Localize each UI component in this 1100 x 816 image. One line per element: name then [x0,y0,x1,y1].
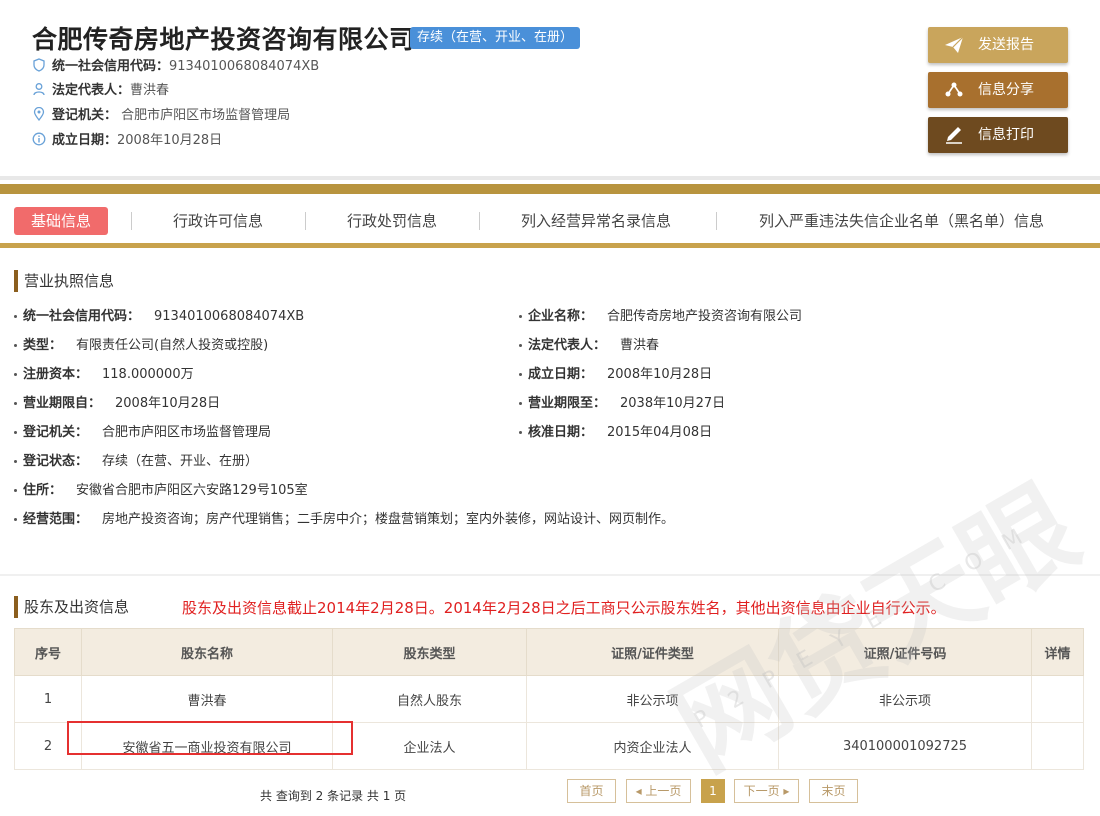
shareholders-section-title: 股东及出资信息 [14,596,129,618]
table-header-row: 序号 股东名称 股东类型 证照/证件类型 证照/证件号码 详情 [14,628,1084,676]
send-report-button[interactable]: 发送报告 [928,27,1068,63]
pager-next-button[interactable]: 下一页 ▸ [734,779,799,803]
header-divider [0,176,1100,180]
highlight-box [67,721,353,755]
tab-admin-penalty[interactable]: 行政处罚信息 [347,207,437,235]
paper-plane-icon [945,36,964,53]
meta-reg-authority: 登记机关： 合肥市庐阳区市场监督管理局 [32,106,290,126]
cell-index: 1 [14,675,82,723]
pager-prev-button[interactable]: ◂ 上一页 [626,779,691,803]
tab-admin-license[interactable]: 行政许可信息 [173,207,263,235]
info-approval-date: 核准日期： 2015年04月08日 [519,424,712,442]
table-row: 1 曹洪春 自然人股东 非公示项 非公示项 [14,675,1084,723]
cell-cert-number: 340100001092725 [778,722,1032,770]
info-address: 住所： 安徽省合肥市庐阳区六安路129号105室 [14,482,308,500]
cell-type: 自然人股东 [332,675,527,723]
license-section-title: 营业执照信息 [14,270,114,292]
tab-separator [716,212,717,230]
pager-last-button[interactable]: 末页 [809,779,858,803]
info-term-from: 营业期限自： 2008年10月28日 [14,395,220,413]
info-reg-capital: 注册资本： 118.000000万 [14,366,194,384]
col-name: 股东名称 [81,628,333,676]
col-cert-type: 证照/证件类型 [526,628,779,676]
tabs-top-border [0,184,1100,194]
cell-cert-type: 内资企业法人 [526,722,779,770]
info-founded: 成立日期： 2008年10月28日 [519,366,712,384]
pager-first-button[interactable]: 首页 [567,779,616,803]
col-type: 股东类型 [332,628,527,676]
status-badge: 存续（在营、开业、在册） [410,27,581,49]
tab-separator [305,212,306,230]
shareholders-notice: 股东及出资信息截止2014年2月28日。2014年2月28日之后工商只公示股东姓… [182,599,946,617]
cell-details[interactable] [1031,722,1084,770]
tab-separator [479,212,480,230]
company-header: 合肥传奇房地产投资咨询有限公司 存续（在营、开业、在册） 统一社会信用代码：91… [0,0,1100,176]
col-cert-number: 证照/证件号码 [778,628,1032,676]
meta-credit-code: 统一社会信用代码：9134010068084074XB [32,57,319,77]
shield-icon [33,58,45,72]
info-type: 类型： 有限责任公司(自然人投资或控股) [14,337,268,355]
tabs-bottom-border [0,243,1100,248]
tab-blacklist[interactable]: 列入严重违法失信企业名单（黑名单）信息 [759,207,1044,235]
meta-legal-rep: 法定代表人：曹洪春 [32,81,169,101]
section-divider [0,574,1100,576]
share-icon [945,82,963,97]
info-reg-status: 登记状态： 存续（在营、开业、在册） [14,453,258,471]
tab-basic-info[interactable]: 基础信息 [14,207,109,235]
cell-cert-type: 非公示项 [526,675,779,723]
pencil-icon [946,127,962,144]
meta-founded: 成立日期：2008年10月28日 [32,131,222,151]
pager-current-page[interactable]: 1 [701,779,725,803]
person-icon [33,83,45,96]
tab-separator [131,212,132,230]
col-index: 序号 [14,628,82,676]
info-icon [32,132,46,146]
info-legal-rep: 法定代表人： 曹洪春 [519,337,659,355]
info-company-name: 企业名称： 合肥传奇房地产投资咨询有限公司 [519,308,802,326]
cell-cert-number: 非公示项 [778,675,1032,723]
col-details: 详情 [1031,628,1084,676]
info-reg-authority: 登记机关： 合肥市庐阳区市场监督管理局 [14,424,271,442]
location-pin-icon [33,107,45,121]
company-name: 合肥传奇房地产投资咨询有限公司 [32,25,415,54]
cell-name: 曹洪春 [81,675,333,723]
cell-details[interactable] [1031,675,1084,723]
info-business-scope: 经营范围： 房地产投资咨询；房产代理销售；二手房中介；楼盘营销策划；室内外装修，网… [14,511,674,529]
tab-bar: 基础信息 行政许可信息 行政处罚信息 列入经营异常名录信息 列入严重违法失信企业… [0,198,1100,242]
print-button[interactable]: 信息打印 [928,117,1068,153]
cell-type: 企业法人 [332,722,527,770]
info-term-to: 营业期限至： 2038年10月27日 [519,395,725,413]
pager-summary: 共 查询到 2 条记录 共 1 页 [260,789,407,803]
tab-abnormal-list[interactable]: 列入经营异常名录信息 [521,207,671,235]
info-credit-code: 统一社会信用代码： 9134010068084074XB [14,308,304,326]
share-button[interactable]: 信息分享 [928,72,1068,108]
